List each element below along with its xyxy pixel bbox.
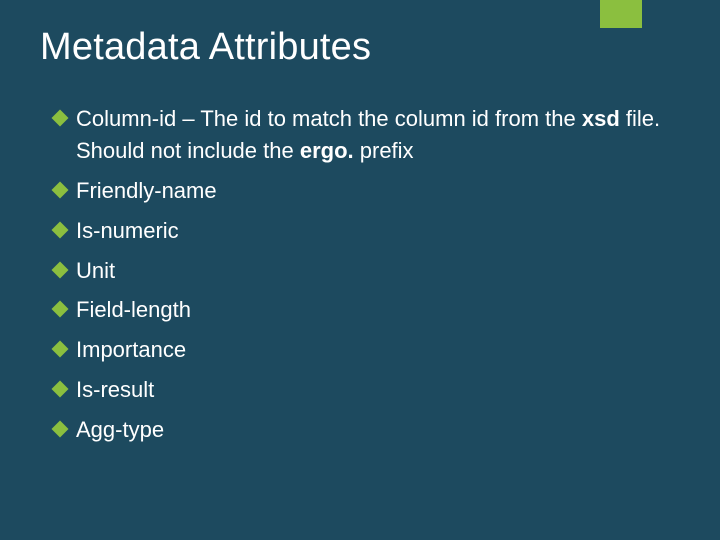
bullet-icon xyxy=(52,381,69,398)
list-item: Friendly-name xyxy=(54,175,680,207)
bullet-text: Field-length xyxy=(76,297,191,322)
bullet-text: – The id to match the column id from the xyxy=(176,106,582,131)
list-item: Unit xyxy=(54,255,680,287)
bullet-text: Column-id xyxy=(76,106,176,131)
list-item: Column-id – The id to match the column i… xyxy=(54,103,680,167)
bullet-icon xyxy=(52,181,69,198)
bullet-text: Agg-type xyxy=(76,417,164,442)
accent-bar xyxy=(600,0,642,28)
list-item: Is-numeric xyxy=(54,215,680,247)
list-item: Field-length xyxy=(54,294,680,326)
list-item: Is-result xyxy=(54,374,680,406)
bullet-text: Is-numeric xyxy=(76,218,179,243)
bullet-icon xyxy=(52,301,69,318)
list-item: Importance xyxy=(54,334,680,366)
bullet-text: Friendly-name xyxy=(76,178,217,203)
slide-title: Metadata Attributes xyxy=(40,26,680,69)
bullet-text: Unit xyxy=(76,258,115,283)
bullet-text: Importance xyxy=(76,337,186,362)
bullet-text: prefix xyxy=(354,138,414,163)
bullet-icon xyxy=(52,110,69,127)
bullet-icon xyxy=(52,421,69,438)
bullet-list: Column-id – The id to match the column i… xyxy=(40,103,680,446)
bullet-icon xyxy=(52,341,69,358)
slide-container: Metadata Attributes Column-id – The id t… xyxy=(0,0,720,446)
bullet-text-bold: xsd xyxy=(582,106,620,131)
bullet-icon xyxy=(52,221,69,238)
list-item: Agg-type xyxy=(54,414,680,446)
bullet-text: Is-result xyxy=(76,377,154,402)
bullet-icon xyxy=(52,261,69,278)
bullet-text-bold: ergo. xyxy=(300,138,354,163)
